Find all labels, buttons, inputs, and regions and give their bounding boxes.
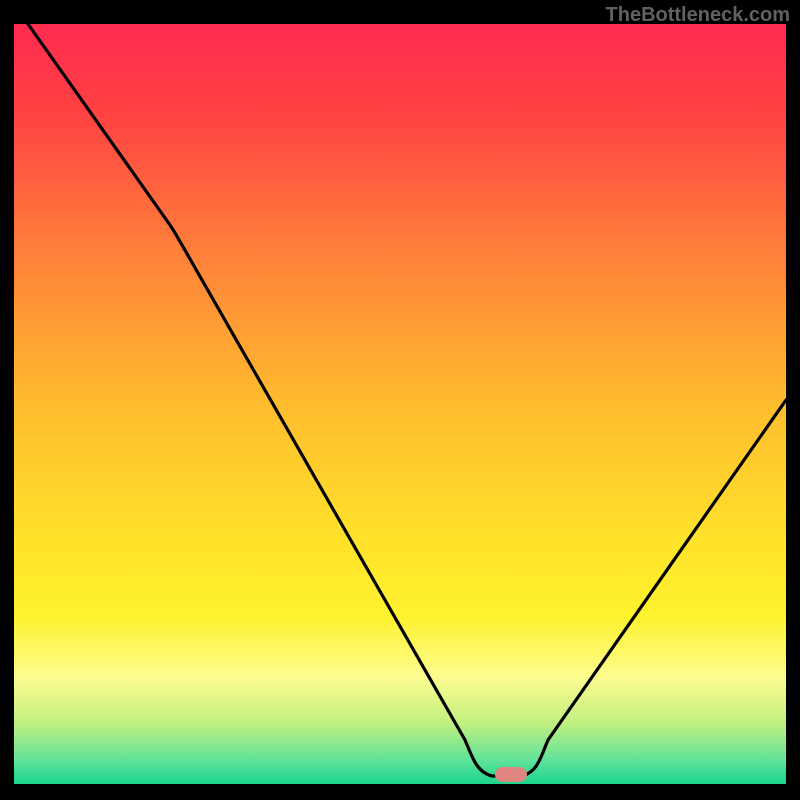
bottleneck-chart	[0, 0, 800, 800]
bottleneck-marker	[495, 767, 527, 782]
chart-background	[14, 24, 786, 784]
chart-svg	[0, 0, 800, 800]
watermark-text: TheBottleneck.com	[606, 4, 790, 27]
